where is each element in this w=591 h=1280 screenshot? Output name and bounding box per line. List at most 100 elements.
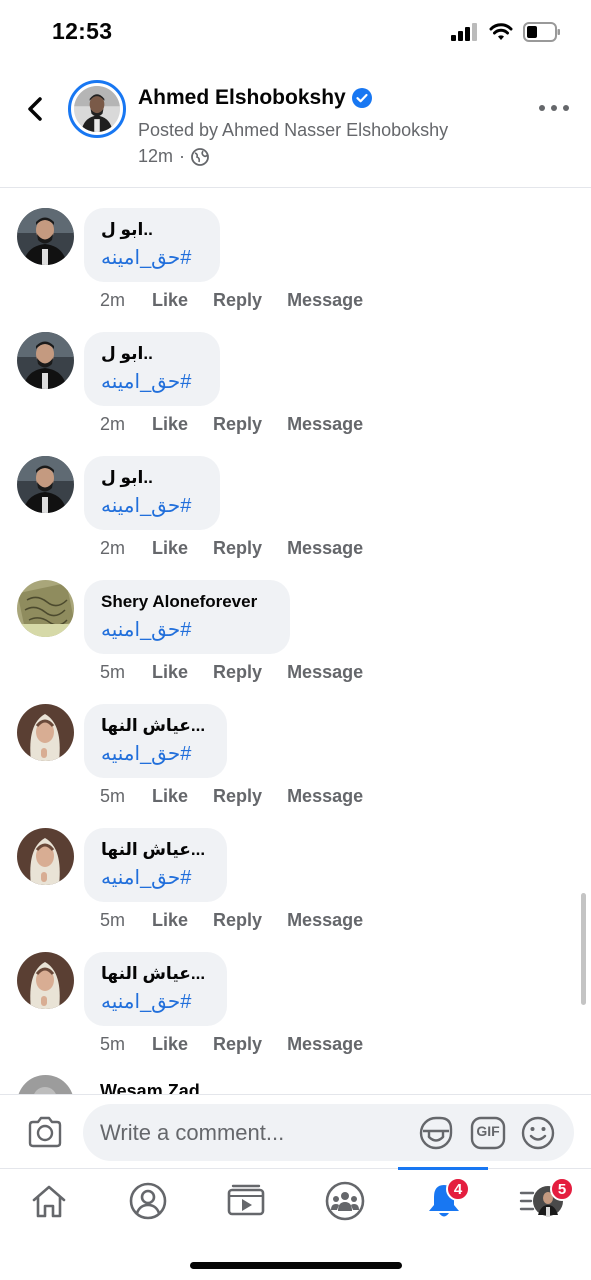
profile-icon [129, 1182, 167, 1220]
bottom-nav: 4 5 [0, 1167, 591, 1234]
nav-groups[interactable] [315, 1177, 375, 1225]
comment-actions: 5m Like Reply Message [100, 1034, 388, 1055]
commenter-avatar[interactable] [17, 456, 74, 513]
commenter-name[interactable]: Wesam Zad [100, 1081, 200, 1094]
meta-separator: · [179, 146, 186, 166]
comment-hashtag[interactable]: #حق_امينه [101, 366, 203, 398]
comment-time: 2m [100, 538, 126, 558]
comment-time: 5m [100, 786, 126, 806]
comment-time: 5m [100, 910, 126, 930]
comment-hashtag[interactable]: #حق_امينه [101, 242, 203, 274]
post-header: Ahmed Elshobokshy Posted by Ahmed Nasser… [0, 70, 591, 188]
like-button[interactable]: Like [152, 910, 188, 931]
notifications-badge: 4 [446, 1177, 470, 1201]
nav-home[interactable] [19, 1177, 79, 1225]
dot [539, 105, 545, 111]
emoji-button[interactable] [520, 1115, 556, 1151]
comment-hashtag[interactable]: #حق_امنيه [101, 738, 210, 770]
post-meta: 12m · [138, 146, 209, 167]
commenter-avatar[interactable] [17, 1075, 74, 1094]
comment-bubble[interactable]: عياش النها... #حق_امنيه [84, 828, 227, 902]
like-button[interactable]: Like [152, 290, 188, 311]
globe-icon [191, 147, 209, 166]
like-button[interactable]: Like [152, 786, 188, 807]
gif-button[interactable]: GIF [470, 1115, 506, 1151]
comment-hashtag[interactable]: #حق_امنيه [101, 986, 210, 1018]
comment-bubble[interactable]: Shery Aloneforever #حق_امنيه [84, 580, 290, 654]
commenter-name[interactable]: ابو ل.. [101, 466, 203, 490]
comment-bubble[interactable]: ابو ل.. #حق_امينه [84, 332, 220, 406]
reply-button[interactable]: Reply [213, 538, 262, 559]
author-name[interactable]: Ahmed Elshobokshy [138, 86, 372, 110]
status-time: 12:53 [52, 18, 113, 44]
comment-bubble[interactable]: ابو ل.. #حق_امينه [84, 456, 220, 530]
commenter-name[interactable]: عياش النها... [101, 838, 210, 862]
comment-actions: 5m Like Reply Message [100, 786, 388, 807]
comment-bubble[interactable]: ابو ل.. #حق_امينه [84, 208, 220, 282]
comment-bubble[interactable]: عياش النها... #حق_امنيه [84, 952, 227, 1026]
comment-item: Shery Aloneforever #حق_امنيه 5m Like Rep… [0, 562, 591, 682]
comment-hashtag[interactable]: #حق_امنيه [101, 862, 210, 894]
reply-button[interactable]: Reply [213, 414, 262, 435]
reply-button[interactable]: Reply [213, 786, 262, 807]
reply-button[interactable]: Reply [213, 1034, 262, 1055]
home-icon [32, 1185, 66, 1218]
comment-item: عياش النها... #حق_امنيه 5m Like Reply Me… [0, 686, 591, 806]
author-avatar[interactable] [68, 80, 126, 138]
message-button[interactable]: Message [287, 786, 363, 807]
commenter-avatar[interactable] [17, 828, 74, 885]
battery-icon [523, 22, 560, 42]
comment-time: 2m [100, 414, 126, 434]
comments-list[interactable]: ابو ل.. #حق_امينه 2m Like Reply Message … [0, 190, 591, 1094]
comment-actions: 5m Like Reply Message [100, 662, 388, 683]
commenter-avatar[interactable] [17, 952, 74, 1009]
message-button[interactable]: Message [287, 1034, 363, 1055]
nav-notifications[interactable]: 4 [414, 1177, 474, 1225]
commenter-avatar[interactable] [17, 208, 74, 265]
reply-button[interactable]: Reply [213, 290, 262, 311]
commenter-name[interactable]: Shery Aloneforever [101, 590, 273, 614]
comment-actions: 2m Like Reply Message [100, 414, 388, 435]
reply-button[interactable]: Reply [213, 910, 262, 931]
message-button[interactable]: Message [287, 910, 363, 931]
sticker-button[interactable] [418, 1115, 454, 1151]
like-button[interactable]: Like [152, 1034, 188, 1055]
comment-actions: 2m Like Reply Message [100, 538, 388, 559]
commenter-avatar[interactable] [17, 580, 74, 637]
like-button[interactable]: Like [152, 662, 188, 683]
active-tab-indicator [398, 1167, 488, 1170]
commenter-name[interactable]: عياش النها... [101, 962, 210, 986]
nav-menu[interactable]: 5 [512, 1177, 574, 1225]
comment-actions: 2m Like Reply Message [100, 290, 388, 311]
commenter-name[interactable]: ابو ل.. [101, 342, 203, 366]
message-button[interactable]: Message [287, 290, 363, 311]
posted-by-label: Posted by Ahmed Nasser Elshobokshy [138, 120, 449, 140]
message-button[interactable]: Message [287, 414, 363, 435]
cellular-signal-icon [451, 23, 477, 41]
commenter-avatar[interactable] [17, 704, 74, 761]
like-button[interactable]: Like [152, 538, 188, 559]
nav-profile[interactable] [118, 1177, 178, 1225]
commenter-avatar[interactable] [17, 332, 74, 389]
commenter-name[interactable]: عياش النها... [101, 714, 210, 738]
home-indicator[interactable] [190, 1262, 402, 1269]
more-options-button[interactable] [539, 100, 569, 116]
camera-button[interactable] [26, 1113, 64, 1151]
comment-hashtag[interactable]: #حق_امنيه [101, 614, 273, 646]
message-button[interactable]: Message [287, 538, 363, 559]
verified-badge-icon [351, 88, 372, 108]
reply-button[interactable]: Reply [213, 662, 262, 683]
like-button[interactable]: Like [152, 414, 188, 435]
commenter-name[interactable]: ابو ل.. [101, 218, 203, 242]
comment-item: ابو ل.. #حق_امينه 2m Like Reply Message [0, 438, 591, 558]
comment-bubble[interactable]: عياش النها... #حق_امنيه [84, 704, 227, 778]
comment-item: ابو ل.. #حق_امينه 2m Like Reply Message [0, 190, 591, 310]
back-button[interactable] [18, 92, 52, 126]
scrollbar[interactable] [581, 893, 586, 1005]
author-name-text: Ahmed Elshobokshy [138, 86, 346, 109]
nav-watch[interactable] [216, 1177, 276, 1225]
comment-input[interactable]: Write a comment... GIF [83, 1104, 574, 1161]
comment-hashtag[interactable]: #حق_امينه [101, 490, 203, 522]
post-time[interactable]: 12m [138, 146, 173, 167]
message-button[interactable]: Message [287, 662, 363, 683]
